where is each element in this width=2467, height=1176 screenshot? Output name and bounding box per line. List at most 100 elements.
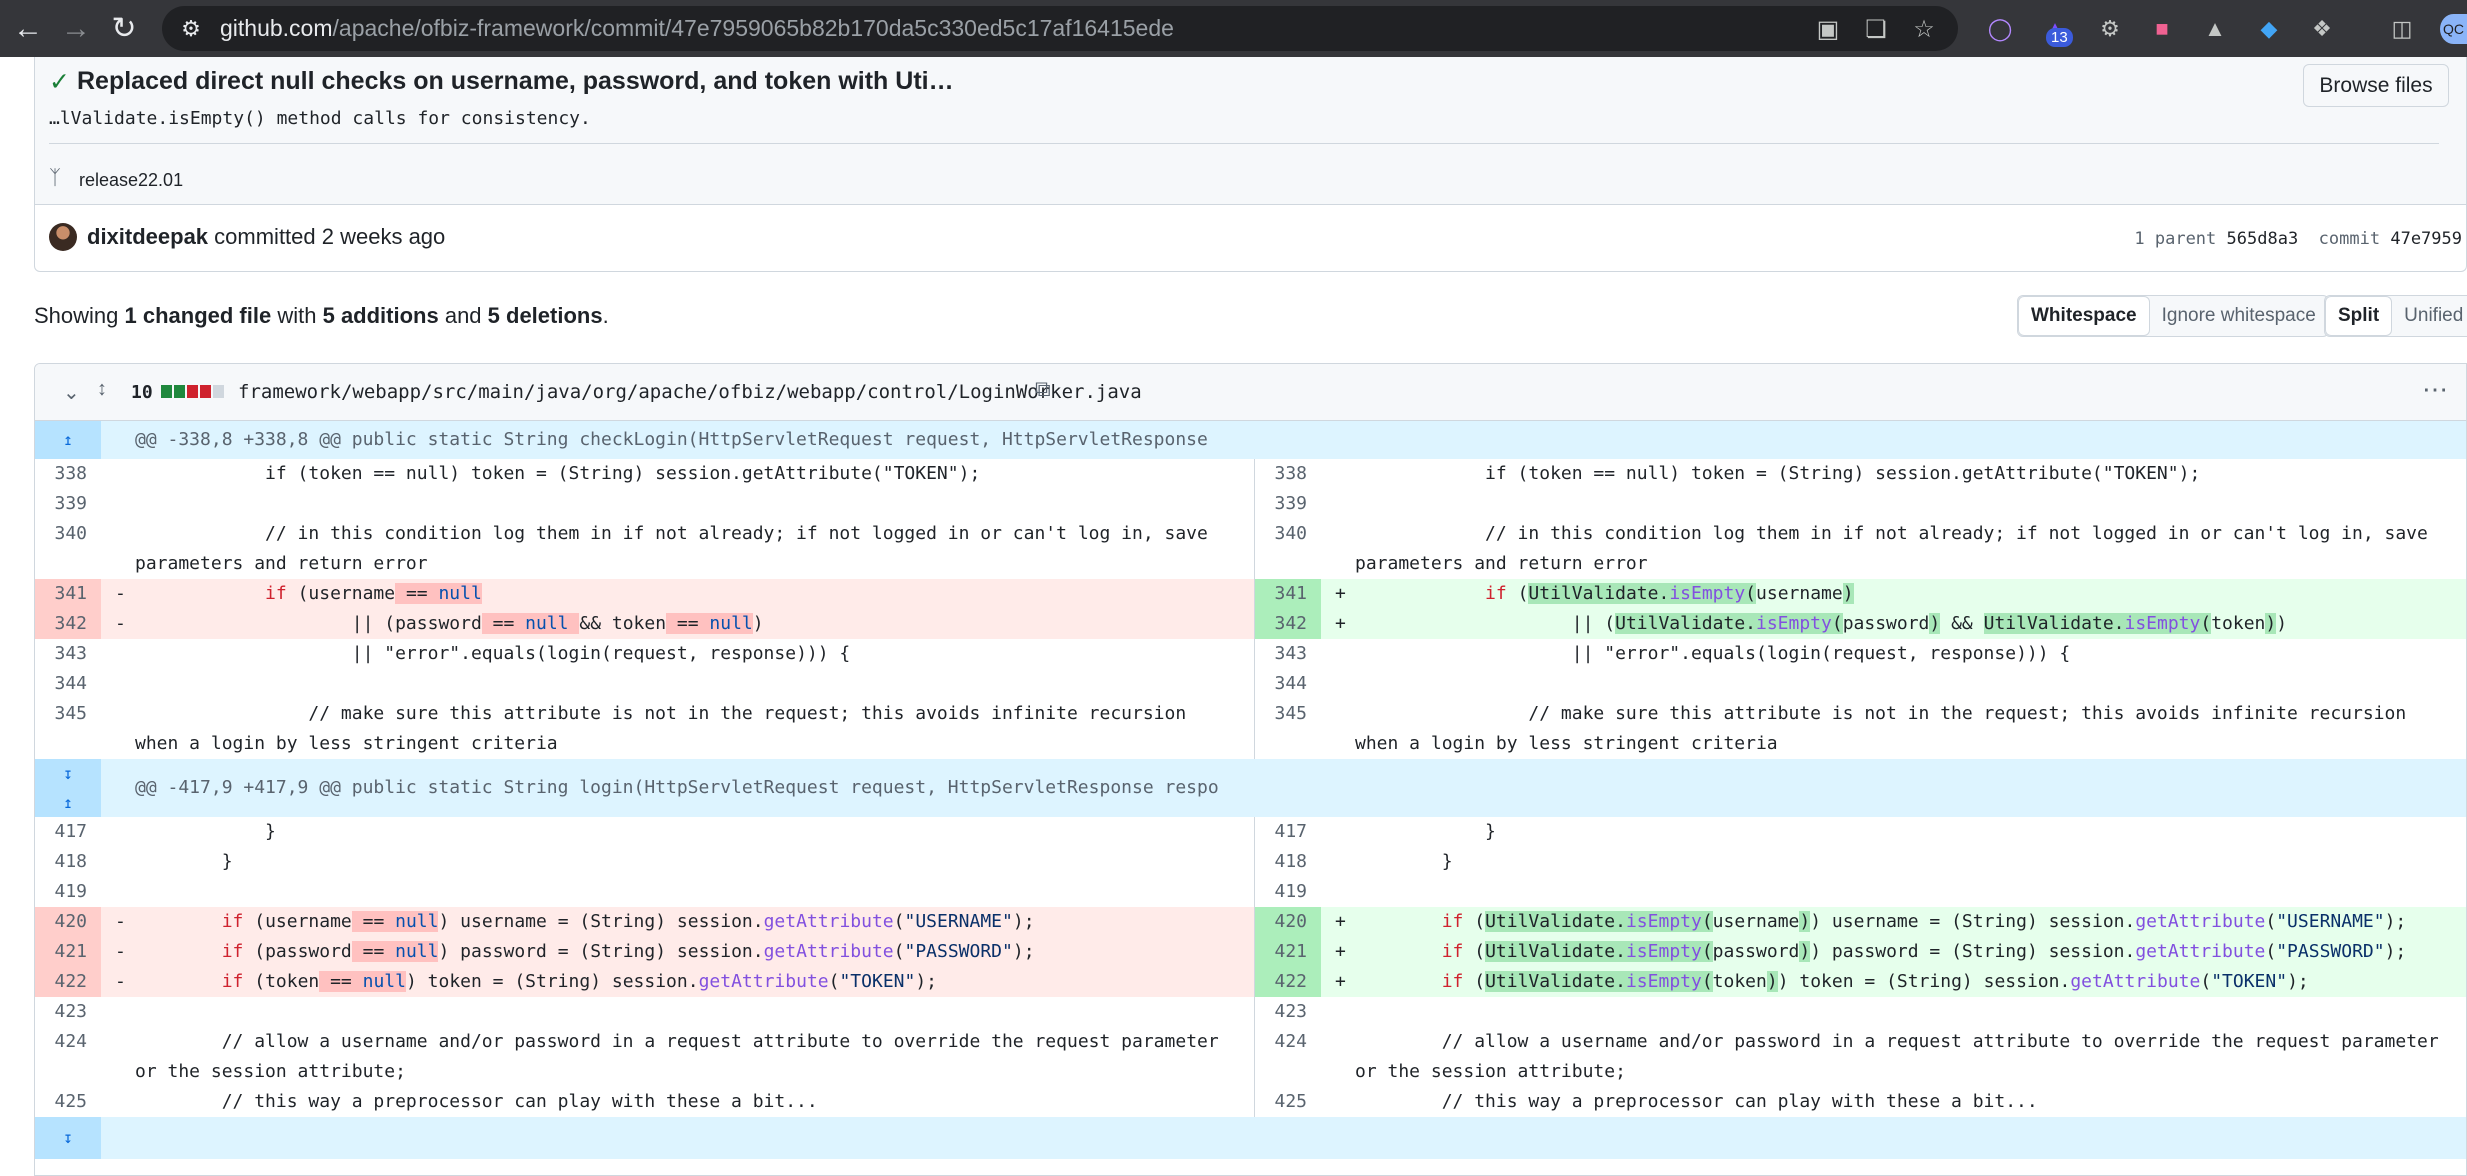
view-mode-toggle: Split Unified	[2324, 295, 2467, 337]
translate-icon[interactable]: ❏	[1862, 15, 1890, 43]
line-number[interactable]: 341	[1255, 579, 1321, 609]
diff-row: 421- if (password == null) password = (S…	[35, 937, 2466, 967]
line-number[interactable]: 341	[35, 579, 101, 609]
install-app-icon[interactable]: ▣	[1814, 15, 1842, 43]
reload-icon[interactable]: ↻	[104, 9, 144, 49]
file-path[interactable]: framework/webapp/src/main/java/org/apach…	[238, 381, 1142, 403]
line-number[interactable]: 419	[1255, 877, 1321, 907]
code-line: }	[135, 821, 276, 842]
line-number[interactable]: 338	[35, 459, 101, 489]
line-number[interactable]: 343	[35, 639, 101, 669]
ignore-whitespace-button[interactable]: Ignore whitespace	[2150, 296, 2328, 336]
code-line: // this way a preprocessor can play with…	[135, 1091, 818, 1112]
line-number[interactable]: 421	[1255, 937, 1321, 967]
parent-sha-link[interactable]: 565d8a3	[2227, 229, 2299, 249]
divider	[49, 143, 2439, 144]
line-number[interactable]: 424	[35, 1027, 101, 1087]
changed-files-count: 1 changed file	[124, 303, 272, 328]
commit-author-line: dixitdeepak committed 2 weeks ago	[87, 224, 445, 250]
file-change-count: 10	[131, 382, 153, 403]
line-number[interactable]: 425	[1255, 1087, 1321, 1117]
line-number[interactable]: 418	[1255, 847, 1321, 877]
back-icon[interactable]: ←	[8, 9, 48, 49]
expand-both-icon[interactable]: ↧ ↥	[35, 759, 101, 817]
extensions-puzzle-icon[interactable]: ❖	[2307, 14, 2337, 44]
extension-hat2-icon[interactable]: ▲	[2200, 14, 2230, 44]
line-number[interactable]: 344	[1255, 669, 1321, 699]
browse-files-button[interactable]: Browse files	[2303, 64, 2449, 107]
parent-commit-info: 1 parent 565d8a3 commit 47e7959	[2134, 229, 2462, 249]
line-number[interactable]: 339	[1255, 489, 1321, 519]
line-number[interactable]: 425	[35, 1087, 101, 1117]
code-line: || "error".equals(login(request, respons…	[1355, 643, 2071, 664]
expand-all-icon[interactable]: ↕	[97, 378, 107, 401]
line-number[interactable]: 340	[35, 519, 101, 579]
whitespace-button[interactable]: Whitespace	[2018, 296, 2150, 336]
line-number[interactable]: 345	[35, 699, 101, 759]
code-line: || "error".equals(login(request, respons…	[135, 643, 851, 664]
line-number[interactable]: 421	[35, 937, 101, 967]
copy-icon[interactable]: ⧉	[1035, 376, 1051, 402]
commit-description: …lValidate.isEmpty() method calls for co…	[49, 108, 591, 129]
code-line: // allow a username and/or password in a…	[1355, 1031, 2450, 1082]
address-bar[interactable]: ⚙ github.com/apache/ofbiz-framework/comm…	[162, 6, 1958, 51]
line-number[interactable]: 345	[1255, 699, 1321, 759]
expand-up-icon[interactable]: ↥	[35, 421, 101, 459]
line-number[interactable]: 419	[35, 877, 101, 907]
line-number[interactable]: 417	[1255, 817, 1321, 847]
extension-circle-icon[interactable]: ◯	[1985, 14, 2015, 44]
code-line: // make sure this attribute is not in th…	[135, 703, 1198, 754]
side-panel-icon[interactable]: ◫	[2387, 14, 2417, 44]
author-link[interactable]: dixitdeepak	[87, 224, 208, 249]
deletion-marker: -	[115, 971, 126, 992]
line-number[interactable]: 420	[1255, 907, 1321, 937]
line-number[interactable]: 343	[1255, 639, 1321, 669]
code-line: if (username == null	[265, 583, 482, 604]
line-number[interactable]: 422	[1255, 967, 1321, 997]
commit-header-box: ✓ Replaced direct null checks on usernam…	[34, 57, 2467, 272]
committed-time: committed 2 weeks ago	[214, 224, 446, 249]
forward-icon[interactable]: →	[56, 9, 96, 49]
code-line: if (token == null) token = (String) sess…	[221, 971, 938, 992]
line-number[interactable]: 417	[35, 817, 101, 847]
extension-translate-icon[interactable]: ■	[2147, 14, 2177, 44]
url-text[interactable]: github.com/apache/ofbiz-framework/commit…	[220, 15, 1174, 42]
more-options-icon[interactable]: ⋯	[2422, 374, 2450, 405]
extension-gear-icon[interactable]: ⚙	[2095, 14, 2125, 44]
split-button[interactable]: Split	[2325, 296, 2393, 336]
profile-avatar[interactable]: QC	[2440, 14, 2467, 44]
code-line: // this way a preprocessor can play with…	[1355, 1091, 2038, 1112]
line-number[interactable]: 340	[1255, 519, 1321, 579]
hunk-header: ↧ ↥ @@ -417,9 +417,9 @@ public static Str…	[35, 759, 2466, 817]
line-number[interactable]: 423	[35, 997, 101, 1027]
line-number[interactable]: 342	[35, 609, 101, 639]
hunk-text: @@ -338,8 +338,8 @@ public static String…	[135, 429, 1208, 450]
expand-down-icon[interactable]: ↧	[35, 1117, 101, 1159]
hunk-footer: ↧	[35, 1117, 2466, 1159]
whitespace-toggle: Whitespace Ignore whitespace	[2017, 295, 2329, 337]
code-line: if (username == null) username = (String…	[221, 911, 1035, 932]
diffstat-del-block	[200, 385, 211, 398]
line-number[interactable]: 424	[1255, 1027, 1321, 1087]
line-number[interactable]: 342	[1255, 609, 1321, 639]
deletion-marker: -	[115, 613, 126, 634]
deletions-count: 5 deletions	[487, 303, 603, 328]
line-number[interactable]: 422	[35, 967, 101, 997]
line-number[interactable]: 423	[1255, 997, 1321, 1027]
diff-row: 341- if (username == null 341 + if (UtilV…	[35, 579, 2466, 609]
extension-diamond-icon[interactable]: ◆	[2254, 14, 2284, 44]
extension-badge: 13	[2046, 28, 2073, 47]
diffstat-del-block	[187, 385, 198, 398]
chevron-down-icon[interactable]: ⌄	[63, 380, 80, 405]
line-number[interactable]: 339	[35, 489, 101, 519]
avatar[interactable]	[49, 223, 77, 251]
line-number[interactable]: 420	[35, 907, 101, 937]
line-number[interactable]: 418	[35, 847, 101, 877]
site-info-icon[interactable]: ⚙	[176, 14, 206, 44]
branch-name[interactable]: release22.01	[79, 170, 183, 191]
bookmark-star-icon[interactable]: ☆	[1910, 15, 1938, 43]
diff-row: 422- if (token == null) token = (String)…	[35, 967, 2466, 997]
line-number[interactable]: 344	[35, 669, 101, 699]
line-number[interactable]: 338	[1255, 459, 1321, 489]
unified-button[interactable]: Unified	[2392, 296, 2467, 336]
